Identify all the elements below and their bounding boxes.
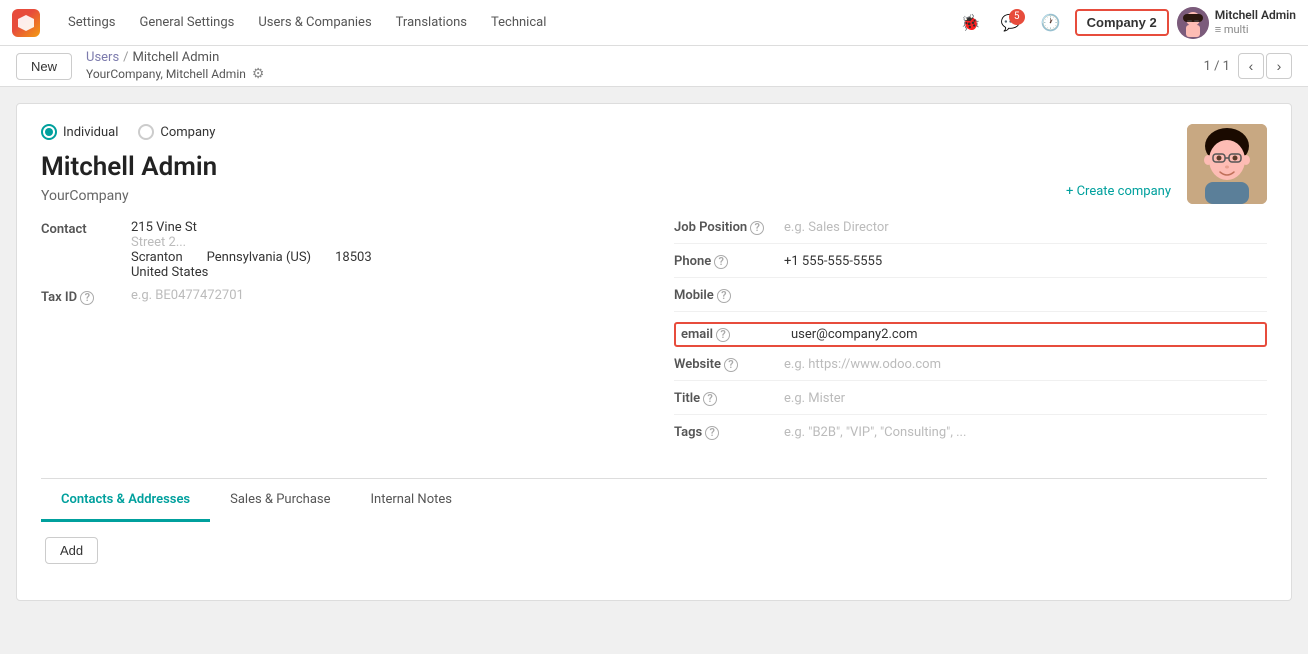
job-position-help[interactable]: ? <box>750 221 764 235</box>
tags-value[interactable]: e.g. "B2B", "VIP", "Consulting", ... <box>784 425 966 440</box>
add-button[interactable]: Add <box>45 537 98 564</box>
company-label: Company <box>160 125 215 140</box>
tags-label: Tags ? <box>674 425 784 440</box>
company-button[interactable]: Company 2 <box>1075 9 1169 36</box>
mobile-field: Mobile ? <box>674 288 1267 312</box>
user-menu[interactable]: Mitchell Admin ≡ multi <box>1177 7 1296 39</box>
breadcrumb: Users / Mitchell Admin <box>86 50 264 65</box>
main-content: Individual Company Mitchell Admin YourCo… <box>0 87 1308 647</box>
breadcrumb-subtitle: YourCompany, Mitchell Admin ⚙ <box>86 66 264 82</box>
nav-users-companies[interactable]: Users & Companies <box>246 0 383 46</box>
radio-individual-circle <box>41 124 57 140</box>
title-field: Title ? e.g. Mister <box>674 391 1267 415</box>
contact-name[interactable]: Mitchell Admin <box>41 152 1267 182</box>
contact-field-row: Contact 215 Vine St Street 2... Scranton… <box>41 220 634 280</box>
address-city[interactable]: Scranton <box>131 250 183 265</box>
contact-avatar[interactable] <box>1187 124 1267 204</box>
breadcrumb-current: Mitchell Admin <box>133 50 220 65</box>
pagination-text: 1 / 1 <box>1204 59 1230 74</box>
nav-arrows: ‹ › <box>1238 53 1292 79</box>
tab-sales-purchase[interactable]: Sales & Purchase <box>210 480 350 522</box>
tab-contacts-addresses[interactable]: Contacts & Addresses <box>41 480 210 522</box>
radio-individual[interactable]: Individual <box>41 124 118 140</box>
breadcrumb-separator: / <box>123 50 128 65</box>
new-button[interactable]: New <box>16 53 72 80</box>
title-help[interactable]: ? <box>703 392 717 406</box>
address-zip[interactable]: 18503 <box>335 250 372 265</box>
topbar-right: 🐞 💬 5 🕐 Company 2 Mitchell Admin <box>955 7 1296 39</box>
individual-label: Individual <box>63 125 118 140</box>
create-company-button[interactable]: + Create company <box>1066 184 1171 199</box>
form-body: Contact 215 Vine St Street 2... Scranton… <box>41 220 1267 458</box>
app-logo[interactable] <box>12 9 40 37</box>
contact-type-selector: Individual Company <box>41 124 1267 140</box>
prev-arrow[interactable]: ‹ <box>1238 53 1264 79</box>
taxid-field-row: Tax ID ? e.g. BE0477472701 <box>41 288 634 305</box>
contact-label: Contact <box>41 220 131 237</box>
taxid-value[interactable]: e.g. BE0477472701 <box>131 288 244 303</box>
taxid-help-icon[interactable]: ? <box>80 291 94 305</box>
pagination-area: 1 / 1 ‹ › <box>1204 53 1292 79</box>
email-value[interactable]: user@company2.com <box>791 327 918 342</box>
user-info: Mitchell Admin ≡ multi <box>1215 8 1296 38</box>
nav-technical[interactable]: Technical <box>479 0 558 46</box>
job-position-label: Job Position ? <box>674 220 784 235</box>
user-name: Mitchell Admin <box>1215 8 1296 24</box>
nav-settings[interactable]: Settings <box>56 0 127 46</box>
email-help[interactable]: ? <box>716 328 730 342</box>
address-block: 215 Vine St Street 2... Scranton Pennsyl… <box>131 220 372 280</box>
tab-internal-notes[interactable]: Internal Notes <box>351 480 472 522</box>
clock-icon[interactable]: 🕐 <box>1035 7 1067 39</box>
top-nav: Settings General Settings Users & Compan… <box>56 0 558 46</box>
breadcrumb-users[interactable]: Users <box>86 50 119 65</box>
website-field: Website ? e.g. https://www.odoo.com <box>674 357 1267 381</box>
nav-general-settings[interactable]: General Settings <box>127 0 246 46</box>
tabs-bar: Contacts & Addresses Sales & Purchase In… <box>41 478 1267 521</box>
address-city-row: Scranton Pennsylvania (US) 18503 <box>131 250 372 265</box>
website-label: Website ? <box>674 357 784 372</box>
gear-icon[interactable]: ⚙ <box>252 66 265 82</box>
phone-help[interactable]: ? <box>714 255 728 269</box>
taxid-label: Tax ID ? <box>41 288 131 305</box>
title-value[interactable]: e.g. Mister <box>784 391 845 406</box>
address-country[interactable]: United States <box>131 265 372 280</box>
job-position-field: Job Position ? e.g. Sales Director <box>674 220 1267 244</box>
email-field: email ? user@company2.com <box>674 322 1267 347</box>
title-label: Title ? <box>674 391 784 406</box>
avatar-image <box>1187 124 1267 204</box>
nav-translations[interactable]: Translations <box>384 0 479 46</box>
phone-label: Phone ? <box>674 254 784 269</box>
form-card: Individual Company Mitchell Admin YourCo… <box>16 103 1292 601</box>
user-avatar <box>1177 7 1209 39</box>
address-line2[interactable]: Street 2... <box>131 235 372 250</box>
radio-company[interactable]: Company <box>138 124 215 140</box>
address-state[interactable]: Pennsylvania (US) <box>207 250 311 265</box>
phone-value[interactable]: +1 555-555-5555 <box>784 254 882 269</box>
chat-badge: 5 <box>1009 9 1025 25</box>
chat-icon[interactable]: 💬 5 <box>995 7 1027 39</box>
form-right: Job Position ? e.g. Sales Director Phone… <box>674 220 1267 458</box>
tab-content: Add <box>41 521 1267 580</box>
user-sub: ≡ multi <box>1215 23 1296 37</box>
tags-field: Tags ? e.g. "B2B", "VIP", "Consulting", … <box>674 425 1267 448</box>
phone-field: Phone ? +1 555-555-5555 <box>674 254 1267 278</box>
mobile-help[interactable]: ? <box>717 289 731 303</box>
tags-help[interactable]: ? <box>705 426 719 440</box>
next-arrow[interactable]: › <box>1266 53 1292 79</box>
breadcrumb-subtitle-text: YourCompany, Mitchell Admin <box>86 67 246 81</box>
address-line1[interactable]: 215 Vine St <box>131 220 372 235</box>
job-position-value[interactable]: e.g. Sales Director <box>784 220 889 235</box>
bug-icon[interactable]: 🐞 <box>955 7 987 39</box>
radio-company-circle <box>138 124 154 140</box>
email-label: email ? <box>681 327 791 342</box>
website-value[interactable]: e.g. https://www.odoo.com <box>784 357 941 372</box>
website-help[interactable]: ? <box>724 358 738 372</box>
form-left: Contact 215 Vine St Street 2... Scranton… <box>41 220 634 458</box>
mobile-label: Mobile ? <box>674 288 784 303</box>
topbar: Settings General Settings Users & Compan… <box>0 0 1308 46</box>
